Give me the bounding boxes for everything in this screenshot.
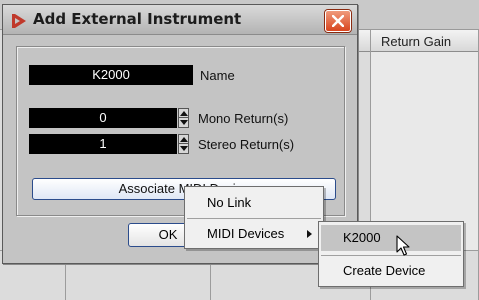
- mouse-pointer-icon: [396, 235, 410, 256]
- stereo-returns-field[interactable]: 1: [29, 134, 177, 154]
- associate-midi-menu: No Link MIDI Devices: [184, 186, 324, 249]
- submenu-item-create-device[interactable]: Create Device: [319, 258, 463, 284]
- stereo-returns-stepper[interactable]: [178, 134, 189, 154]
- dialog-titlebar[interactable]: Add External Instrument: [3, 5, 357, 35]
- mono-returns-field[interactable]: 0: [29, 108, 177, 128]
- column-divider: [210, 262, 211, 300]
- stepper-divider: [179, 117, 188, 118]
- menu-item-midi-devices[interactable]: MIDI Devices: [185, 221, 323, 247]
- close-button[interactable]: [325, 10, 351, 32]
- decrement-arrow-icon[interactable]: [180, 146, 188, 151]
- submenu-arrow-icon: [307, 230, 312, 238]
- decrement-arrow-icon[interactable]: [180, 120, 188, 125]
- stereo-returns-label: Stereo Return(s): [198, 137, 295, 152]
- submenu-item-k2000[interactable]: K2000: [321, 225, 461, 251]
- column-header-return-gain[interactable]: Return Gain: [370, 30, 479, 52]
- mono-returns-label: Mono Return(s): [198, 111, 289, 126]
- cubase-red-logo-icon: [12, 14, 26, 28]
- dialog-title: Add External Instrument: [33, 10, 242, 28]
- menu-separator: [187, 218, 321, 219]
- increment-arrow-icon[interactable]: [180, 137, 188, 142]
- column-divider: [65, 262, 66, 300]
- increment-arrow-icon[interactable]: [180, 111, 188, 116]
- midi-devices-submenu: K2000 Create Device: [318, 221, 464, 287]
- menu-separator: [321, 255, 461, 256]
- stepper-divider: [179, 143, 188, 144]
- menu-item-midi-devices-label: MIDI Devices: [207, 226, 285, 241]
- name-field[interactable]: K2000: [29, 65, 193, 85]
- close-x-icon: [332, 15, 344, 27]
- mono-returns-stepper[interactable]: [178, 108, 189, 128]
- name-label: Name: [200, 68, 235, 83]
- menu-item-no-link[interactable]: No Link: [185, 190, 323, 216]
